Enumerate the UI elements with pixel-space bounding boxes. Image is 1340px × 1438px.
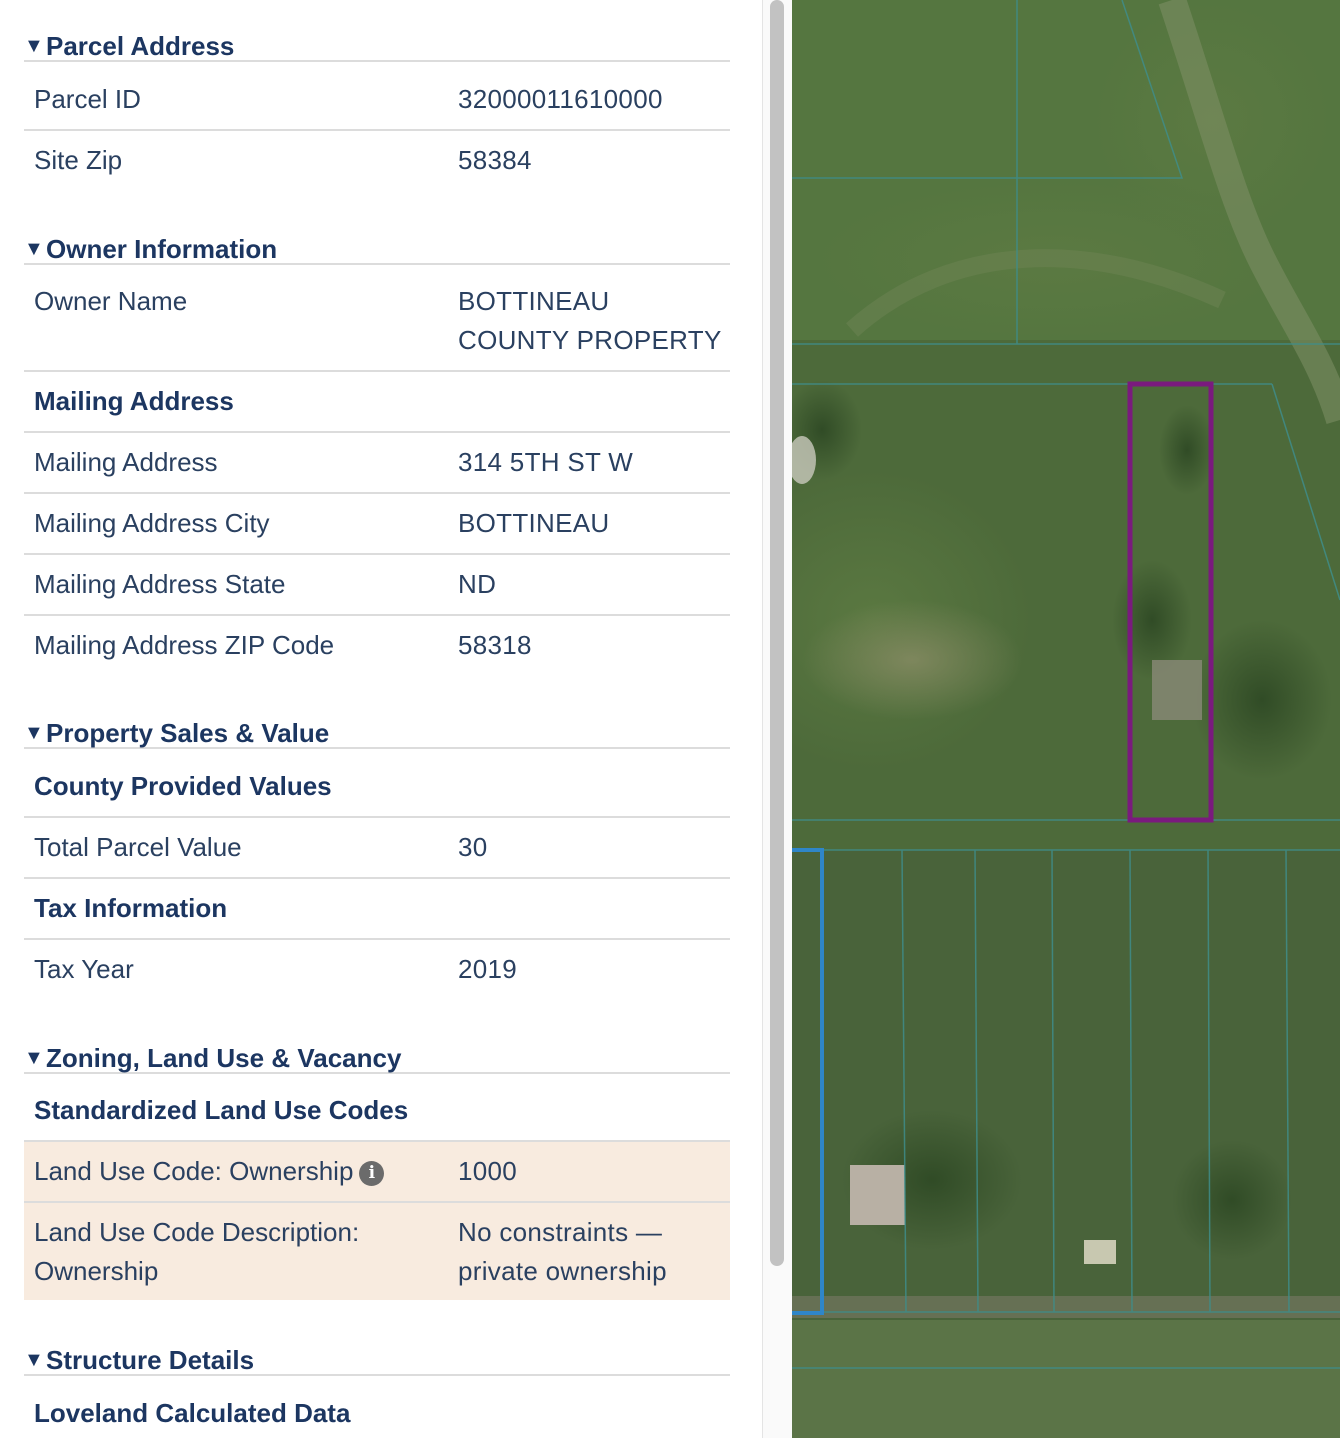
row-label: Parcel ID: [34, 84, 141, 114]
section-title: Structure Details: [46, 1345, 255, 1375]
detail-row: Site Zip 58384: [24, 131, 730, 191]
subsection-header: Standardized Land Use Codes: [24, 1081, 730, 1142]
row-value: BOTTINEAU COUNTY PROPERTY: [458, 286, 722, 355]
detail-row: Mailing Address State ND: [24, 555, 730, 616]
row-label: Mailing Address State: [34, 569, 286, 599]
section-header-property-sales-value[interactable]: ▼Property Sales & Value: [24, 719, 730, 749]
row-label: Land Use Code: Ownership i: [34, 1152, 444, 1191]
subsection-header: Tax Information: [24, 879, 730, 940]
section-header-zoning-land-use[interactable]: ▼Zoning, Land Use & Vacancy: [24, 1044, 730, 1074]
row-label: Tax Year: [34, 954, 134, 984]
satellite-map[interactable]: [792, 0, 1340, 1438]
subsection-header: Mailing Address: [24, 372, 730, 433]
section-title: Parcel Address: [46, 31, 235, 61]
triangle-down-icon: ▼: [24, 238, 44, 260]
detail-row: Mailing Address ZIP Code 58318: [24, 616, 730, 676]
info-icon[interactable]: i: [359, 1161, 385, 1186]
map-imagery: [792, 0, 1340, 1438]
section-header-structure-details[interactable]: ▼Structure Details: [24, 1346, 730, 1376]
row-label: Total Parcel Value: [34, 832, 242, 862]
row-value: No constraints — private ownership: [458, 1217, 667, 1286]
row-value: BOTTINEAU: [458, 508, 610, 538]
subsection-title: Loveland Calculated Data: [34, 1398, 351, 1428]
triangle-down-icon: ▼: [24, 1349, 44, 1371]
row-value: 32000011610000: [458, 84, 663, 114]
detail-row: Total Parcel Value 30: [24, 818, 730, 879]
parcel-details-panel: ▼Parcel Address Parcel ID 32000011610000…: [0, 0, 762, 1438]
row-value: 314 5TH ST W: [458, 447, 634, 477]
subsection-header: County Provided Values: [24, 757, 730, 818]
row-label: Mailing Address: [34, 447, 218, 477]
section-header-owner-information[interactable]: ▼Owner Information: [24, 235, 730, 265]
triangle-down-icon: ▼: [24, 722, 44, 744]
subsection-title: Mailing Address: [34, 386, 234, 416]
row-label: Land Use Code Description: Ownership: [34, 1217, 360, 1286]
triangle-down-icon: ▼: [24, 1047, 44, 1069]
row-value: 58318: [458, 630, 532, 660]
subsection-title: Tax Information: [34, 893, 228, 923]
row-value: 1000: [458, 1156, 518, 1186]
detail-row: Tax Year 2019: [24, 940, 730, 1000]
subsection-title: Standardized Land Use Codes: [34, 1095, 409, 1125]
detail-row: Parcel ID 32000011610000: [24, 70, 730, 131]
row-label: Mailing Address City: [34, 508, 270, 538]
detail-row: Mailing Address City BOTTINEAU: [24, 494, 730, 555]
row-label: Site Zip: [34, 145, 123, 175]
row-value: ND: [458, 569, 497, 599]
subsection-title: County Provided Values: [34, 771, 332, 801]
row-label: Owner Name: [34, 286, 188, 316]
section-title: Zoning, Land Use & Vacancy: [46, 1043, 402, 1073]
row-value: 58384: [458, 145, 532, 175]
section-title: Owner Information: [46, 234, 278, 264]
detail-row-owner-name: Owner Name BOTTINEAU COUNTY PROPERTY: [24, 272, 730, 372]
row-value: 30: [458, 832, 488, 862]
scrollbar-thumb[interactable]: [770, 0, 784, 1266]
detail-row: Mailing Address 314 5TH ST W: [24, 433, 730, 494]
triangle-down-icon: ▼: [24, 35, 44, 57]
section-title: Property Sales & Value: [46, 718, 330, 748]
subsection-header: Loveland Calculated Data: [24, 1384, 730, 1438]
row-value: 2019: [458, 954, 518, 984]
row-label: Mailing Address ZIP Code: [34, 630, 335, 660]
section-header-parcel-address[interactable]: ▼Parcel Address: [24, 32, 730, 62]
detail-row-land-use-description: Land Use Code Description: Ownership No c…: [24, 1203, 730, 1300]
detail-row-land-use-code: Land Use Code: Ownership i 1000: [24, 1142, 730, 1203]
